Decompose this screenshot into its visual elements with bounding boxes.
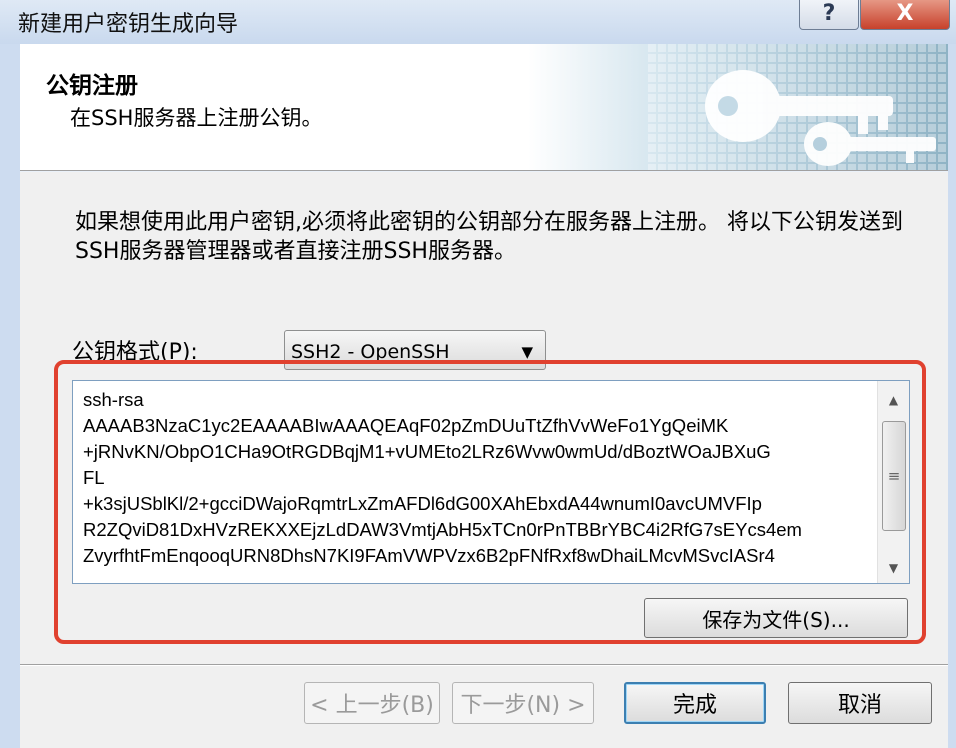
page-subtitle: 在SSH服务器上注册公钥。 (70, 106, 323, 130)
footer-divider (20, 664, 948, 666)
next-button[interactable]: 下一步(N) > (452, 682, 594, 724)
public-key-textarea[interactable]: ssh-rsa AAAAB3NzaC1yc2EAAAABIwAAAQEAqF02… (72, 380, 910, 584)
save-to-file-button[interactable]: 保存为文件(S)... (644, 598, 908, 638)
scroll-thumb[interactable]: ≡ (882, 421, 906, 531)
cancel-button[interactable]: 取消 (788, 682, 932, 724)
wizard-body: 如果想使用此用户密钥,必须将此密钥的公钥部分在服务器上注册。 将以下公钥发送到S… (20, 172, 948, 748)
scroll-down-icon[interactable]: ▼ (878, 553, 909, 583)
scroll-up-icon[interactable]: ▲ (878, 385, 909, 415)
title-bar: 新建用户密钥生成向导 ? X (0, 0, 956, 44)
instructions-text: 如果想使用此用户密钥,必须将此密钥的公钥部分在服务器上注册。 将以下公钥发送到S… (75, 210, 903, 264)
window-title: 新建用户密钥生成向导 (18, 12, 239, 37)
back-button[interactable]: < 上一步(B) (304, 682, 440, 724)
keys-banner-icon (528, 44, 948, 170)
close-button[interactable]: X (860, 0, 950, 30)
help-button[interactable]: ? (799, 0, 859, 30)
page-title: 公钥注册 (46, 73, 138, 99)
wizard-header: 公钥注册 在SSH服务器上注册公钥。 (20, 44, 948, 171)
vertical-scrollbar[interactable]: ▲ ≡ ▼ (877, 381, 909, 583)
dropdown-arrow-icon: ▼ (521, 343, 533, 361)
finish-button[interactable]: 完成 (624, 682, 766, 724)
public-key-text: ssh-rsa AAAAB3NzaC1yc2EAAAABIwAAAQEAqF02… (83, 389, 802, 566)
